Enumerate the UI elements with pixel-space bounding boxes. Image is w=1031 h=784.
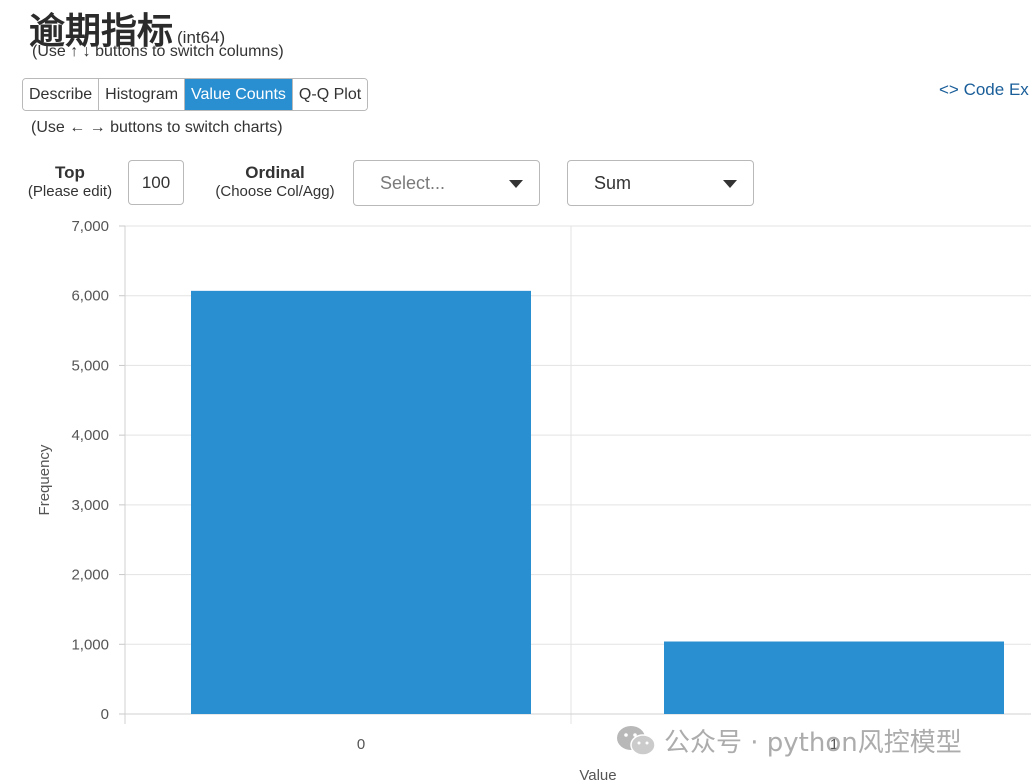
page: 逾期指标 (int64) (Use ↑ ↓ buttons to switch c…: [0, 0, 1031, 784]
y-tick-label: 5,000: [71, 357, 109, 374]
tab-qq-plot[interactable]: Q-Q Plot: [292, 79, 368, 110]
chart-tabs: Describe Histogram Value Counts Q-Q Plot: [22, 78, 369, 111]
value-counts-chart: 01,0002,0003,0004,0005,0006,0007,0000 1Va…: [36, 218, 1031, 784]
chevron-down-icon: [723, 180, 737, 188]
wechat-icon: [617, 725, 656, 756]
chart-switch-hint: (Use ← → buttons to switch charts): [31, 119, 283, 136]
top-input[interactable]: [128, 160, 184, 205]
y-tick-label: 6,000: [71, 288, 109, 305]
top-label-sub: (Please edit): [27, 183, 113, 200]
tab-describe[interactable]: Describe: [23, 79, 100, 110]
ordinal-column-select[interactable]: Select...: [353, 160, 540, 206]
tab-histogram[interactable]: Histogram: [99, 79, 186, 110]
tab-value-counts[interactable]: Value Counts: [185, 79, 293, 110]
chevron-down-icon: [509, 180, 523, 188]
aggregation-select-value: Sum: [594, 173, 632, 193]
y-tick-label: 7,000: [71, 218, 109, 235]
bar-0: [191, 290, 531, 714]
y-tick-label: 2,000: [71, 567, 109, 584]
ordinal-select-placeholder: Select...: [380, 173, 446, 193]
y-axis-title: Frequency: [36, 444, 53, 515]
x-tick-label: 0: [357, 736, 365, 753]
y-tick-label: 3,000: [71, 497, 109, 514]
ordinal-label-title: Ordinal: [245, 163, 305, 182]
y-tick-label: 1,000: [71, 636, 109, 653]
y-tick-label: 4,000: [71, 427, 109, 444]
aggregation-select[interactable]: Sum: [567, 160, 754, 206]
watermark: 公众号 · python风控模型: [616, 722, 962, 759]
ordinal-label: Ordinal (Choose Col/Agg): [203, 163, 347, 201]
watermark-text: 公众号 · python风控模型: [664, 728, 962, 758]
top-label: Top (Please edit): [20, 163, 120, 201]
code-export-link[interactable]: <> Code Ex: [939, 80, 1029, 100]
top-label-title: Top: [55, 163, 85, 182]
column-switch-hint: (Use ↑ ↓ buttons to switch columns): [32, 43, 284, 60]
y-tick-label: 0: [101, 706, 109, 723]
ordinal-label-sub: (Choose Col/Agg): [215, 183, 335, 200]
x-axis-title: Value: [579, 767, 616, 784]
bar-1: [664, 641, 1004, 714]
